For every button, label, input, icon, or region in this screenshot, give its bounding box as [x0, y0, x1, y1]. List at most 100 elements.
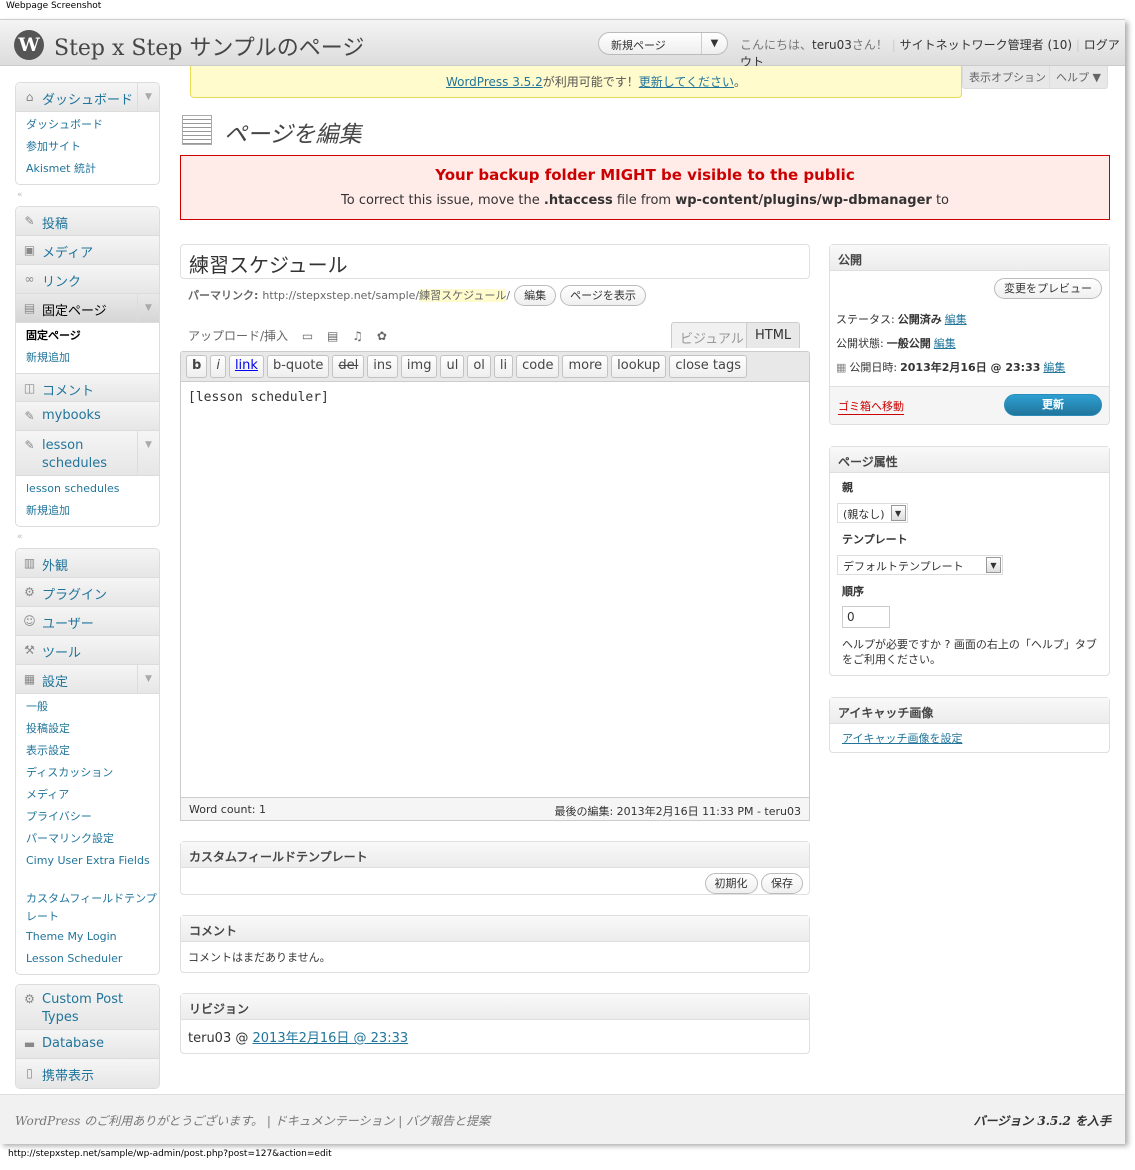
toggle-arrow-icon[interactable]: ▼: [137, 431, 159, 475]
qt-lookup-button[interactable]: lookup: [611, 355, 667, 378]
cft-title[interactable]: カスタムフィールドテンプレート: [181, 842, 809, 868]
view-page-button[interactable]: ページを表示: [560, 284, 646, 306]
media-gear-icon[interactable]: ✿: [377, 329, 387, 343]
tab-visual[interactable]: ビジュアル: [671, 322, 753, 348]
edit-permalink-button[interactable]: 編集: [514, 284, 557, 306]
post-title-input[interactable]: 練習スケジュール: [180, 244, 810, 279]
revisions-title[interactable]: リビジョン: [181, 994, 809, 1020]
parent-select[interactable]: (親なし) ▼: [837, 503, 908, 523]
submenu-permalinks[interactable]: パーマリンク設定: [26, 828, 159, 850]
audio-icon[interactable]: ♫: [352, 329, 363, 343]
qt-link-button[interactable]: link: [228, 355, 264, 378]
menu-dashboard[interactable]: ⌂ ダッシュボード ▼: [16, 83, 159, 112]
submenu-general[interactable]: 一般: [26, 696, 159, 718]
submenu-all-pages[interactable]: 固定ページ: [26, 325, 159, 347]
submenu-privacy[interactable]: プライバシー: [26, 806, 159, 828]
menu-mobile[interactable]: ▯ 携帯表示: [16, 1059, 159, 1088]
menu-lesson-schedules[interactable]: ✎ lesson schedules ▼: [16, 431, 159, 476]
edit-visibility-link[interactable]: 編集: [934, 335, 956, 351]
chevron-down-icon[interactable]: ▼: [701, 33, 727, 54]
submenu-akismet[interactable]: Akismet 統計: [26, 158, 159, 180]
submenu-custom-field-template[interactable]: カスタムフィールドテンプレート: [26, 888, 159, 926]
image-icon[interactable]: ▭: [302, 329, 313, 343]
toggle-arrow-icon[interactable]: ▼: [137, 294, 159, 322]
menu-plugins[interactable]: ⚙ プラグイン: [16, 578, 159, 607]
order-input[interactable]: 0: [842, 606, 890, 628]
template-select[interactable]: デフォルトテンプレート ▼: [837, 555, 1003, 575]
submenu-theme-my-login[interactable]: Theme My Login: [26, 926, 159, 948]
username-link[interactable]: teru03: [812, 38, 852, 52]
qt-italic-button[interactable]: i: [210, 355, 226, 378]
submenu-my-sites[interactable]: 参加サイト: [26, 136, 159, 158]
menu-pages[interactable]: ▤ 固定ページ ▼: [16, 294, 159, 323]
featured-image-title[interactable]: アイキャッチ画像: [830, 698, 1109, 724]
footer-bugs-link[interactable]: バグ報告と提案: [406, 1114, 490, 1128]
qt-ul-button[interactable]: ul: [440, 355, 465, 378]
menu-separator-icon[interactable]: «: [17, 190, 160, 202]
edit-status-link[interactable]: 編集: [945, 311, 967, 327]
menu-settings[interactable]: ▦ 設定 ▼: [16, 665, 159, 694]
update-now-link[interactable]: 更新してください: [639, 75, 734, 89]
wordpress-logo-icon[interactable]: W: [14, 30, 44, 60]
qt-li-button[interactable]: li: [493, 355, 514, 378]
qt-code-button[interactable]: code: [516, 355, 560, 378]
update-button[interactable]: 更新: [1004, 394, 1102, 416]
submenu-reading[interactable]: 表示設定: [26, 740, 159, 762]
video-icon[interactable]: ▤: [327, 329, 338, 343]
revision-link[interactable]: 2013年2月16日 @ 23:33: [253, 1031, 409, 1046]
upload-label: アップロード/挿入: [188, 329, 289, 343]
link-icon: ∞: [24, 272, 35, 286]
submenu-dashboard[interactable]: ダッシュボード: [26, 114, 159, 136]
page-attributes-title[interactable]: ページ属性: [830, 447, 1109, 473]
help-tab[interactable]: ヘルプ ▼: [1049, 66, 1108, 89]
menu-separator-icon[interactable]: «: [17, 532, 160, 544]
menu-appearance[interactable]: ▥ 外観: [16, 549, 159, 578]
submenu-add-lesson[interactable]: 新規追加: [26, 500, 159, 522]
menu-links[interactable]: ∞ リンク: [16, 265, 159, 294]
menu-comments[interactable]: ◫ コメント: [16, 373, 159, 402]
menu-mybooks[interactable]: ✎ mybooks: [16, 402, 159, 431]
submenu-lesson-scheduler[interactable]: Lesson Scheduler: [26, 948, 159, 970]
tab-html[interactable]: HTML: [746, 322, 801, 348]
site-title[interactable]: Step x Step サンプルのページ: [54, 30, 364, 62]
wordpress-version-link[interactable]: WordPress 3.5.2: [446, 75, 543, 89]
set-featured-image-link[interactable]: アイキャッチ画像を設定: [842, 732, 962, 745]
submenu-cimy-user-extra-fields[interactable]: Cimy User Extra Fields: [26, 850, 159, 888]
edit-date-link[interactable]: 編集: [1043, 359, 1065, 375]
menu-media[interactable]: ▣ メディア: [16, 236, 159, 265]
preview-changes-button[interactable]: 変更をプレビュー: [994, 278, 1102, 299]
toggle-arrow-icon[interactable]: ▼: [137, 83, 159, 111]
qt-ins-button[interactable]: ins: [367, 355, 398, 378]
footer-version[interactable]: バージョン 3.5.2 を入手: [973, 1112, 1111, 1129]
qt-del-button[interactable]: del: [332, 355, 365, 378]
qt-more-button[interactable]: more: [562, 355, 609, 378]
qt-img-button[interactable]: img: [400, 355, 438, 378]
content-textarea[interactable]: [lesson scheduler]: [181, 382, 809, 413]
network-admin-link[interactable]: サイトネットワーク管理者 (10): [900, 38, 1072, 52]
submenu-discussion[interactable]: ディスカッション: [26, 762, 159, 784]
submenu-add-page[interactable]: 新規追加: [26, 347, 159, 369]
submenu-media-settings[interactable]: メディア: [26, 784, 159, 806]
submenu-lesson-schedules[interactable]: lesson schedules: [26, 478, 159, 500]
menu-users[interactable]: ☺ ユーザー: [16, 607, 159, 636]
menu-posts[interactable]: ✎ 投稿: [16, 207, 159, 236]
menu-tools[interactable]: ⚒ ツール: [16, 636, 159, 665]
menu-custom-post-types[interactable]: ⚙ Custom Post Types: [16, 985, 159, 1030]
move-to-trash-link[interactable]: ゴミ箱へ移動: [838, 398, 904, 415]
submenu-writing[interactable]: 投稿設定: [26, 718, 159, 740]
qt-ol-button[interactable]: ol: [467, 355, 491, 378]
permalink-slug[interactable]: 練習スケジュール: [419, 289, 507, 302]
footer-thanks[interactable]: WordPress のご利用ありがとうございます。: [15, 1114, 263, 1128]
comments-title[interactable]: コメント: [181, 916, 809, 942]
new-page-dropdown[interactable]: 新規ページ ▼: [598, 32, 728, 55]
qt-close-tags-button[interactable]: close tags: [669, 355, 748, 378]
qt-blockquote-button[interactable]: b-quote: [266, 355, 330, 378]
menu-mybooks-label: mybooks: [42, 408, 101, 423]
toggle-arrow-icon[interactable]: ▼: [137, 665, 159, 693]
publish-title[interactable]: 公開: [830, 245, 1109, 271]
cft-init-button[interactable]: 初期化: [704, 873, 758, 894]
cft-save-button[interactable]: 保存: [761, 873, 803, 894]
qt-bold-button[interactable]: b: [186, 355, 208, 378]
menu-database[interactable]: ▬ Database: [16, 1030, 159, 1059]
footer-docs-link[interactable]: ドキュメンテーション: [275, 1114, 395, 1128]
